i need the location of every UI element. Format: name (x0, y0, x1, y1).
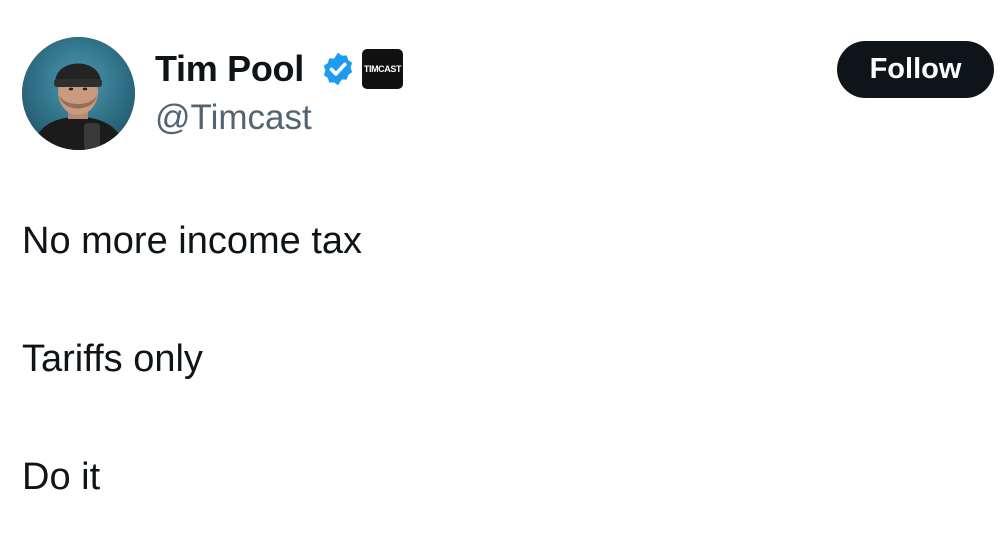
author-display-name[interactable]: Tim Pool (155, 46, 304, 92)
tweet-text-line: Do it (22, 456, 101, 498)
affiliate-logo-badge[interactable]: TIMCAST (362, 49, 403, 89)
author-handle[interactable]: @Timcast (155, 96, 312, 140)
avatar-image (22, 37, 135, 150)
avatar[interactable] (22, 37, 135, 150)
follow-button[interactable]: Follow (837, 41, 994, 98)
tweet-text-line: Tariffs only (22, 338, 203, 380)
tweet-card: Tim Pool TIMCAST @Timcast Follow No more… (0, 0, 1000, 542)
affiliate-label: TIMCAST (363, 64, 402, 74)
verified-checkmark-icon (323, 52, 353, 86)
tweet-text-line: No more income tax (22, 220, 363, 262)
